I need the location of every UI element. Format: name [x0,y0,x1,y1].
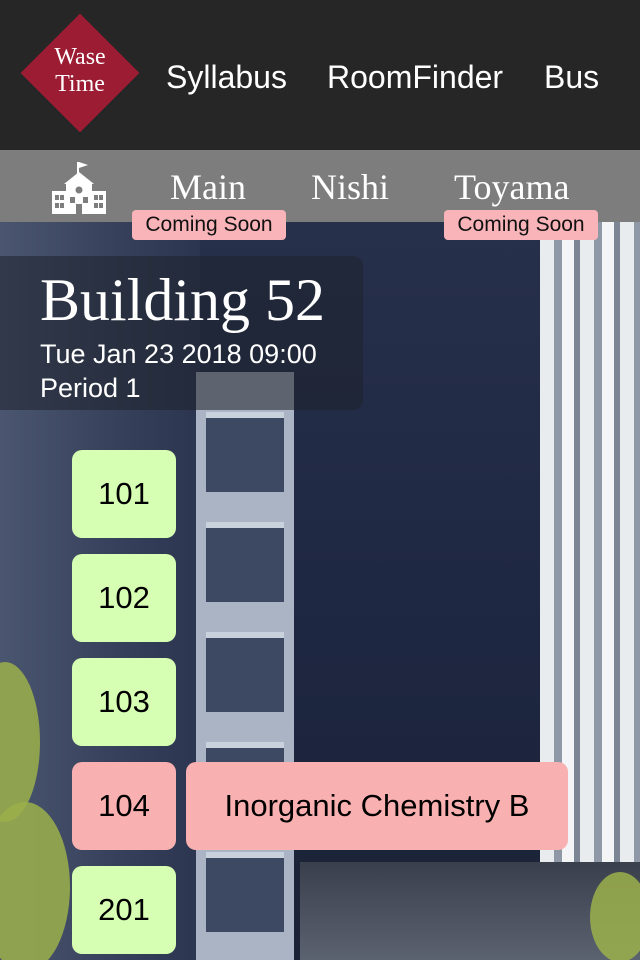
logo-text: Wase Time [21,44,139,98]
wasetime-logo[interactable]: Wase Time [20,13,140,133]
school-building-icon[interactable] [50,160,108,216]
room-101-button[interactable]: 101 [72,450,176,538]
logo-line1: Wase [54,44,106,70]
nav-roomfinder-link[interactable]: RoomFinder [327,58,503,96]
room-104-button[interactable]: 104 [72,762,176,850]
nav-syllabus-link[interactable]: Syllabus [166,58,287,96]
room-102-button[interactable]: 102 [72,554,176,642]
logo-line2: Time [55,71,105,97]
room-201-button[interactable]: 201 [72,866,176,954]
building-title: Building 52 [40,267,326,333]
campus-tab-main[interactable]: Main [170,166,246,208]
room-103-button[interactable]: 103 [72,658,176,746]
main-coming-soon-badge: Coming Soon [132,210,286,240]
current-period: Period 1 [40,373,141,403]
campus-tab-nishi[interactable]: Nishi [311,166,389,208]
toyama-coming-soon-badge: Coming Soon [444,210,598,240]
room-104-course-label[interactable]: Inorganic Chemistry B [186,762,568,850]
current-datetime: Tue Jan 23 2018 09:00 [40,339,317,369]
nav-bus-link[interactable]: Bus [544,58,599,96]
campus-tab-toyama[interactable]: Toyama [454,166,569,208]
